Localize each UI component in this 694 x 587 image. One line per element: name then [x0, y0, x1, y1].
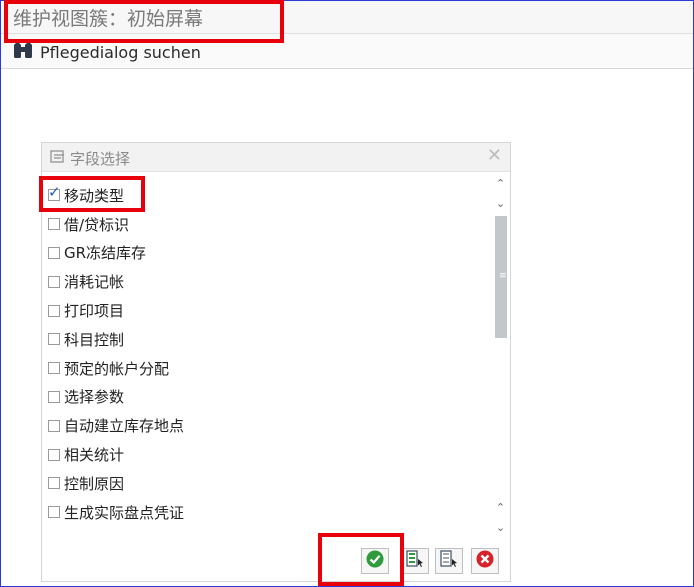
vertical-scrollbar[interactable]: ⌃ ⌄ ≡ ⌃ ⌄	[491, 172, 510, 536]
list-item-label: 选择参数	[64, 388, 125, 407]
list-item[interactable]: 消耗记帐	[48, 267, 488, 296]
list-item[interactable]: 借/贷标识	[48, 210, 488, 239]
cancel-button[interactable]	[471, 548, 499, 574]
checkbox[interactable]	[48, 390, 60, 403]
checkbox[interactable]	[48, 333, 60, 346]
list-item-label: 生成实际盘点凭证	[64, 503, 185, 522]
select-all-icon	[405, 550, 425, 572]
checkbox[interactable]	[48, 448, 60, 461]
scroll-up-icon[interactable]: ⌃	[491, 178, 510, 189]
list-item[interactable]: 预定的帐户分配	[48, 354, 488, 383]
scroll-down-icon[interactable]: ⌄	[491, 522, 510, 533]
list-item-label: 预定的帐户分配	[64, 359, 170, 378]
list-item[interactable]: 控制原因	[48, 469, 488, 498]
highlight-box-confirm	[318, 533, 404, 586]
list-item-label: 控制原因	[64, 474, 125, 493]
list-item-label: 科目控制	[64, 330, 125, 349]
checkbox[interactable]	[48, 506, 60, 519]
list-item[interactable]: 生成实际盘点凭证	[48, 498, 488, 527]
dialog-title: 字段选择	[50, 148, 130, 169]
dialog-title-text: 字段选择	[70, 150, 131, 168]
page-up-icon[interactable]: ⌃	[491, 502, 510, 513]
checkbox[interactable]	[48, 275, 60, 288]
field-list: ✓ 移动类型 借/贷标识 GR冻结库存 消耗记帐 打印项目 科目控制 预定的帐户…	[48, 181, 488, 527]
select-all-button[interactable]	[401, 548, 429, 574]
highlight-box-movement-type	[39, 176, 145, 212]
highlight-box-title	[4, 0, 284, 43]
checkbox[interactable]	[48, 419, 60, 432]
list-item[interactable]: 自动建立库存地点	[48, 411, 488, 440]
page-down-icon[interactable]: ⌄	[491, 198, 510, 209]
search-maintenance-dialog-button[interactable]: Pflegedialog suchen	[13, 41, 201, 63]
checkbox[interactable]	[48, 218, 60, 231]
close-icon[interactable]: ✕	[487, 146, 502, 166]
checkbox[interactable]	[48, 477, 60, 490]
checkbox[interactable]	[48, 304, 60, 317]
deselect-all-button[interactable]	[435, 548, 463, 574]
deselect-all-icon	[439, 550, 459, 572]
list-item-label: GR冻结库存	[64, 244, 147, 263]
dialog-header: 字段选择 ✕	[42, 143, 510, 172]
scroll-thumb[interactable]: ≡	[495, 216, 507, 338]
list-item[interactable]: GR冻结库存	[48, 239, 488, 268]
search-maintenance-dialog-label: Pflegedialog suchen	[40, 42, 201, 62]
list-item[interactable]: 选择参数	[48, 383, 488, 412]
checkbox[interactable]	[48, 362, 60, 375]
list-item-label: 借/贷标识	[64, 215, 130, 234]
list-item[interactable]: 相关统计	[48, 440, 488, 469]
list-item-label: 消耗记帐	[64, 273, 125, 292]
list-item-label: 打印项目	[64, 302, 125, 321]
list-item[interactable]: 科目控制	[48, 325, 488, 354]
field-select-icon	[50, 149, 66, 168]
checkbox[interactable]	[48, 246, 60, 259]
cancel-icon	[476, 550, 494, 572]
binoculars-icon	[13, 41, 33, 63]
list-item-label: 相关统计	[64, 446, 125, 465]
list-item[interactable]: 打印项目	[48, 296, 488, 325]
grip-icon: ≡	[499, 271, 507, 281]
list-item-label: 自动建立库存地点	[64, 417, 185, 436]
